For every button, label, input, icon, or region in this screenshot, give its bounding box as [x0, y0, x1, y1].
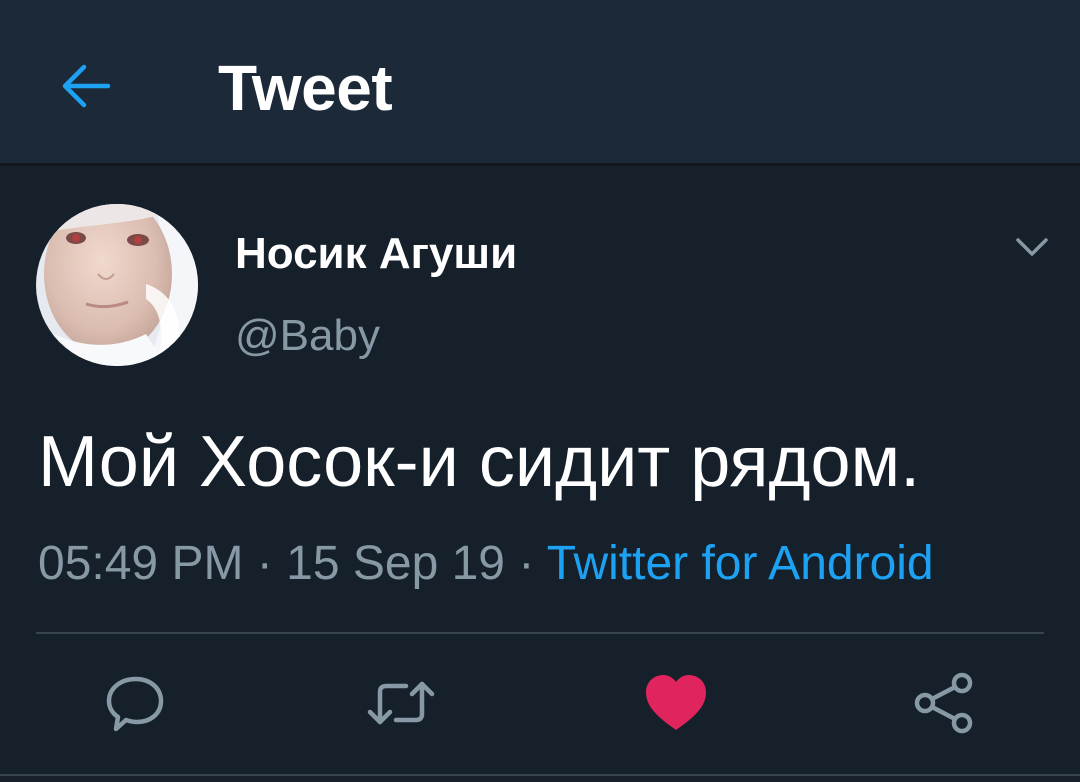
tweet-source-link[interactable]: Twitter for Android: [547, 537, 934, 590]
retweet-arrows-icon: [367, 681, 435, 725]
tweet-menu-button[interactable]: [1006, 226, 1058, 270]
divider: [0, 774, 1080, 776]
meta-separator: ·: [256, 537, 273, 590]
share-icon: [914, 672, 973, 734]
share-button[interactable]: [909, 668, 979, 738]
arrow-left-icon: [62, 64, 111, 108]
author-handle[interactable]: @Baby: [235, 306, 380, 366]
tweet-text: Мой Хосок-и сидит рядом.: [38, 422, 921, 502]
avatar[interactable]: [36, 204, 198, 366]
tweet-meta: 05:49 PM · 15 Sep 19 · Twitter for Andro…: [38, 530, 934, 598]
avatar-photo: [36, 204, 198, 366]
tweet-time: 05:49 PM: [38, 537, 244, 590]
divider: [36, 632, 1044, 634]
chevron-down-icon: [1016, 238, 1048, 256]
reply-button[interactable]: [100, 668, 170, 738]
like-button[interactable]: [641, 668, 711, 738]
back-button[interactable]: [48, 46, 128, 126]
top-app-bar: Tweet: [0, 0, 1080, 166]
retweet-button[interactable]: [366, 668, 436, 738]
tweet-date: 15 Sep 19: [286, 537, 505, 590]
meta-separator: ·: [518, 537, 535, 590]
speech-bubble-icon: [106, 676, 164, 732]
page-title: Tweet: [218, 52, 393, 124]
author-display-name[interactable]: Носик Агуши: [235, 224, 517, 284]
heart-icon: [646, 675, 706, 730]
